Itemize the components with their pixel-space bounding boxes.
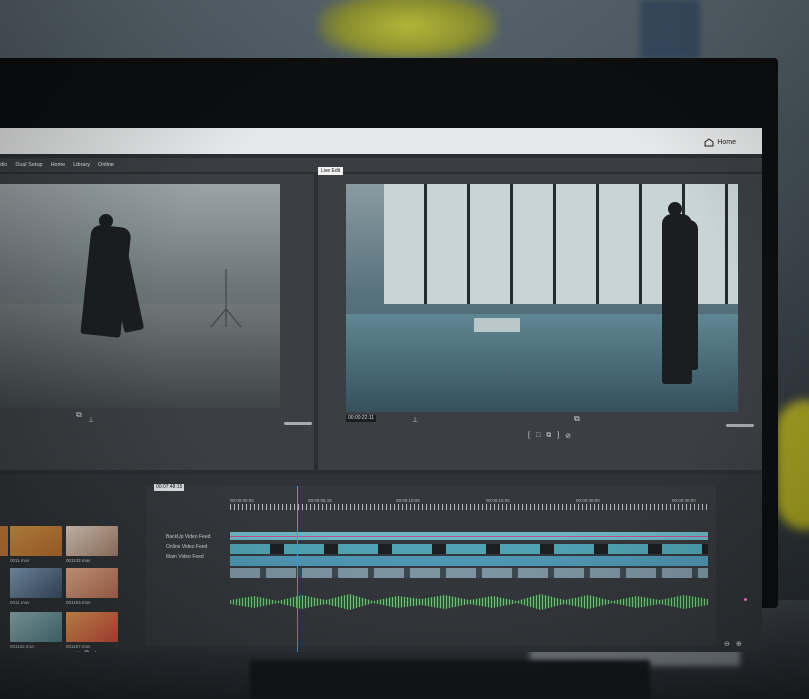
home-button[interactable]: Home <box>704 138 736 147</box>
clip-name: 001152.mov <box>10 644 35 649</box>
program-video-frame <box>346 184 738 412</box>
thumbnail-strip[interactable] <box>230 568 708 578</box>
source-scroll-handle[interactable] <box>284 422 312 425</box>
ruler-mark: 00:00:10:00 <box>396 498 420 503</box>
program-monitor-panel: Live Edit 00:00:22:11 ⊥ ⧉ [ □ ⧉ ] ⊘ <box>318 167 762 470</box>
stop-icon[interactable]: □ <box>536 432 540 440</box>
editing-software-screen: Home dio Dual Setup Home Library Online <box>0 128 762 652</box>
photo-scene: Home dio Dual Setup Home Library Online <box>0 0 809 699</box>
power-led <box>744 598 747 601</box>
main-track-clip[interactable] <box>230 556 708 566</box>
clip-thumb[interactable] <box>10 612 62 642</box>
ruler-mark: 00:00:15:00 <box>486 498 510 503</box>
audio-waveform[interactable] <box>230 594 708 610</box>
track-label-online: Online Video Feed <box>166 544 208 550</box>
marker-icon-2[interactable]: ⊥ <box>412 416 418 424</box>
ruler-mark: 00:00:20:00 <box>576 498 600 503</box>
monitor: Home dio Dual Setup Home Library Online <box>0 58 778 652</box>
out-point-icon[interactable]: ] <box>557 432 559 440</box>
playhead[interactable] <box>297 486 298 652</box>
playback-controls: [ □ ⧉ ] ⊘ <box>528 432 571 440</box>
clip-thumb[interactable] <box>66 568 118 598</box>
clip-name: 001167.mov <box>66 644 91 649</box>
live-edit-label: Live Edit <box>318 167 344 175</box>
menu-item-dual-setup[interactable]: Dual Setup <box>15 158 42 172</box>
overlay-icon[interactable]: ⧉ <box>574 414 580 424</box>
menu-item-library[interactable]: Library <box>73 158 90 172</box>
keyboard-shadow <box>250 660 650 699</box>
camera-icon[interactable]: ⧉ <box>76 410 82 420</box>
marker-icon[interactable]: ⊥ <box>88 416 94 424</box>
ruler-mark: 00:00:00:00 <box>230 498 254 503</box>
program-scroll-handle[interactable] <box>726 424 754 427</box>
bench <box>474 318 520 332</box>
background-post <box>640 0 700 60</box>
track-label-backup: BackUp Video Feed <box>166 534 211 540</box>
clip-thumb[interactable] <box>66 526 118 556</box>
menu-item-home[interactable]: Home <box>51 158 66 172</box>
menu-item-online[interactable]: Online <box>98 158 114 172</box>
clip-thumb[interactable] <box>0 526 8 556</box>
bin-tools[interactable]: ○⧉⌂ <box>76 650 101 652</box>
disable-icon[interactable]: ⊘ <box>565 432 571 440</box>
clip-name: 0011.mov <box>10 600 30 605</box>
ruler-mark: 00:00:30:00 <box>672 498 696 503</box>
home-icon <box>704 138 714 147</box>
timeline-ruler[interactable] <box>230 504 708 510</box>
menu-bar: dio Dual Setup Home Library Online <box>0 158 762 172</box>
home-label: Home <box>717 139 736 146</box>
source-monitor-panel: ⧉ ⊥ <box>0 174 314 470</box>
background-yellow-object <box>776 400 809 530</box>
track-label-main: Main Video Feed <box>166 554 204 560</box>
timeline-timecode: 00:07:48:15 <box>154 484 185 491</box>
clip-name: 001153.mov <box>66 600 91 605</box>
overlay-button-icon[interactable]: ⧉ <box>546 432 551 440</box>
preview-timecode: 00:00:22:11 <box>346 415 377 422</box>
bottom-panels: 0011.mov 001132.mov 0011.mov 001153.mov … <box>0 474 762 652</box>
clip-thumb[interactable] <box>10 526 62 556</box>
track-marker-line <box>230 536 708 537</box>
online-track-clips[interactable] <box>230 544 708 554</box>
clip-thumb[interactable] <box>10 568 62 598</box>
ruler-mark: 00:00:05:15 <box>308 498 332 503</box>
woman-silhouette <box>680 220 698 370</box>
clip-thumb[interactable] <box>66 612 118 642</box>
top-bar: Home <box>0 128 762 154</box>
in-point-icon[interactable]: [ <box>528 432 530 440</box>
menu-item-partial[interactable]: dio <box>0 158 7 172</box>
light-stand-icon <box>210 269 242 328</box>
media-bin: 0011.mov 001132.mov 0011.mov 001153.mov … <box>0 526 122 652</box>
clip-name: 001132.mov <box>66 558 91 563</box>
background-plant <box>318 0 498 60</box>
timeline: 00:07:48:15 00:00:00:00 00:00:05:15 00:0… <box>146 484 716 652</box>
source-video-frame <box>0 184 280 408</box>
zoom-controls[interactable]: ⊖⊕ <box>724 640 748 648</box>
clip-name: 0011.mov <box>10 558 30 563</box>
